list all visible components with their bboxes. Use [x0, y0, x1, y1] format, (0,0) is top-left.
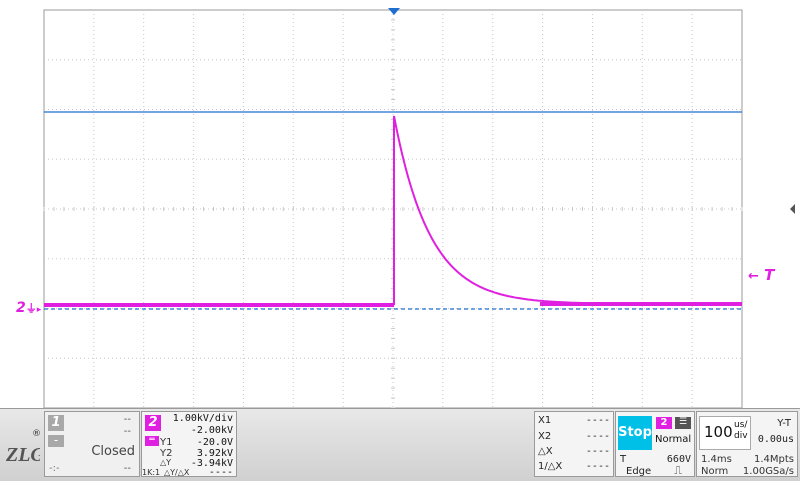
channel-2-panel[interactable]: 2 1.00kV/div -2.00kV ═ Y1 -20.0V Y2 3.92…: [141, 411, 237, 478]
svg-text:ZLG: ZLG: [5, 444, 40, 466]
timebase-mode: Y-T: [777, 418, 791, 429]
registered-mark: ®: [32, 429, 41, 439]
right-arrow-icon: ▸: [36, 305, 42, 315]
ground-icon: ⏚: [25, 302, 37, 315]
trigger-marker-label: T: [764, 266, 775, 284]
ch2-dydx-label: △Y/△X: [164, 468, 190, 477]
logo: ZLG ®: [4, 429, 45, 469]
channel-2-badge[interactable]: 2: [145, 415, 161, 431]
ch1-value-2: --: [123, 426, 131, 437]
ch1-coupling-icon: -: [48, 434, 64, 447]
rising-edge-icon: ⎍: [674, 464, 682, 477]
ch2-scale: 1.00kV/div: [172, 413, 233, 424]
timebase-unit-top: us/: [734, 420, 748, 430]
ch1-value-1: --: [123, 414, 131, 425]
timebase-unit-bottom: div: [734, 431, 748, 441]
timebase-value: 100: [704, 423, 733, 441]
ch2-dy-label: △Y: [160, 458, 172, 467]
ch2-offset: -2.00kV: [190, 425, 233, 436]
cursor-dx-value: ----: [585, 446, 610, 457]
cursor-x1-value: ----: [585, 415, 610, 426]
sample-rate: 1.00GSa/s: [742, 466, 794, 477]
waveform-display: [43, 8, 795, 408]
run-stop-button[interactable]: Stop: [618, 416, 652, 450]
ch1-bandwidth-icon: -:-: [49, 463, 60, 474]
ch2-offset-marker[interactable]: 2⏚▸: [16, 300, 41, 316]
cursor-x1-label: X1: [538, 415, 552, 426]
channel-1-panel[interactable]: 1 -- -- - Closed -:- --: [44, 411, 140, 477]
status-bar: ZLG ® 1 -- -- - Closed -:- -- 2 1.00kV/d…: [0, 408, 800, 481]
acquisition-mode: Norm: [701, 466, 729, 477]
trigger-coupling-icon: ☰: [675, 417, 691, 429]
trigger-type: Edge: [626, 466, 652, 477]
ch2-dydx-value: ----: [208, 467, 233, 478]
ch2-marker-label: 2: [16, 300, 26, 316]
cursor-x2-value: ----: [585, 431, 610, 442]
ch2-y1-label: Y1: [160, 437, 173, 448]
left-arrow-icon: ←: [748, 269, 759, 284]
scope-screen: 2⏚▸ ← T: [0, 0, 800, 408]
trigger-level-marker[interactable]: ← T: [748, 266, 774, 284]
ch1-value-3: --: [123, 463, 131, 474]
ch1-status: Closed: [91, 444, 135, 459]
cursor-x2-label: X2: [538, 431, 552, 442]
timebase-memory: 1.4Mpts: [753, 454, 794, 465]
cursor-dx-label: △X: [538, 446, 553, 457]
cursor-inv-dx-value: ----: [585, 461, 610, 472]
trigger-mode: Normal: [655, 434, 692, 445]
timebase-panel[interactable]: 100 us/ div Y-T 0.00us 1.4ms 1.4Mpts Nor…: [696, 411, 798, 477]
trigger-panel[interactable]: Stop 2 ☰ Normal T 660V Edge ⎍: [615, 411, 695, 477]
ch2-y1-value: -20.0V: [196, 437, 233, 448]
ch2-probe-ratio: 1K:1: [142, 468, 161, 477]
timebase-scale-box[interactable]: 100 us/ div: [699, 416, 751, 450]
ch2-coupling-icon: ═: [145, 436, 159, 446]
cursor-inv-dx-label: 1/△X: [538, 461, 563, 472]
timebase-window: 1.4ms: [701, 454, 732, 465]
trigger-level-label: T: [620, 454, 627, 465]
channel-1-badge[interactable]: 1: [48, 415, 64, 431]
trigger-channel-badge[interactable]: 2: [656, 417, 672, 429]
timebase-delay: 0.00us: [757, 434, 794, 445]
cursor-panel[interactable]: X1 ---- X2 ---- △X ---- 1/△X ----: [534, 411, 614, 477]
scroll-right-arrow-icon[interactable]: [790, 204, 795, 214]
